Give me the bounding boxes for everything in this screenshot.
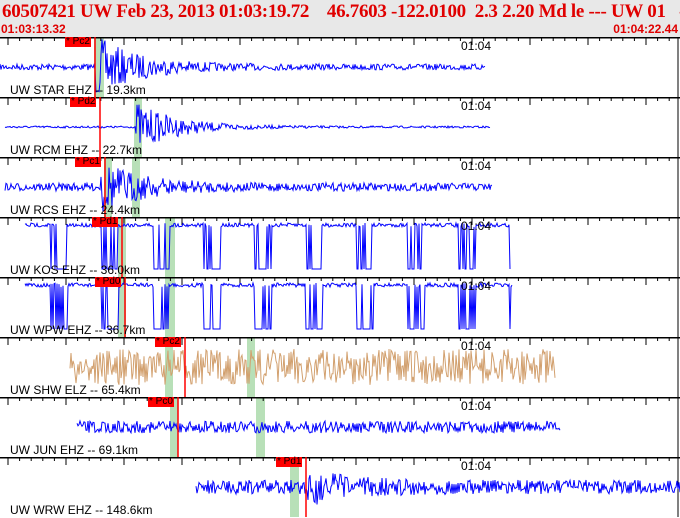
- phase-pick-flag[interactable]: * Pd2: [70, 97, 97, 107]
- time-tick-label: 01:04: [461, 279, 492, 293]
- time-tick-label: 01:04: [461, 159, 492, 173]
- phase-pick-flag[interactable]: * Pc2: [155, 337, 181, 347]
- waveform-trace: [76, 419, 561, 435]
- channel-label: UW KOS EHZ -- 36.0km: [10, 263, 141, 277]
- end-time: 01:04:22.44: [613, 22, 678, 36]
- time-tick-label: 01:04: [461, 339, 492, 353]
- event-title: 60507421 UW Feb 23, 2013 01:03:19.72 46.…: [2, 1, 680, 22]
- phase-pick-flag[interactable]: * Pd0: [95, 277, 122, 287]
- trace-panel[interactable]: * Pd2 01:04 UW RCM EHZ -- 22.7km: [0, 97, 680, 157]
- channel-label: UW RCS EHZ -- 24.4km: [10, 203, 141, 217]
- start-time: 01:03:13.32: [1, 22, 66, 36]
- waveform-trace: [4, 104, 491, 143]
- trace-panel[interactable]: * Pd1 01:04 UW KOS EHZ -- 36.0km: [0, 217, 680, 277]
- time-window: [247, 337, 255, 397]
- channel-label: UW SHW ELZ -- 65.4km: [10, 383, 141, 397]
- phase-pick-flag[interactable]: * Pd1: [276, 457, 303, 467]
- trace-panel[interactable]: * Pd0 01:04 UW WPW EHZ -- 36.7km: [0, 277, 680, 337]
- channel-label: UW STAR EHZ -- 19.3km: [10, 83, 146, 97]
- seismogram-panels[interactable]: * Pc2 01:04 UW STAR EHZ -- 19.3km * Pd2 01:0…: [0, 37, 680, 518]
- phase-pick-flag[interactable]: * Pc1: [75, 157, 101, 167]
- phase-pick-flag[interactable]: * Pc2: [65, 37, 91, 47]
- waveform-trace: [195, 473, 680, 505]
- channel-label: UW RCM EHZ -- 22.7km: [10, 143, 142, 157]
- time-tick-label: 01:04: [461, 39, 492, 53]
- time-tick-label: 01:04: [461, 399, 492, 413]
- waveform-trace: [69, 348, 556, 386]
- channel-label: UW WPW EHZ -- 36.7km: [10, 323, 146, 337]
- phase-pick-flag[interactable]: * Pc0: [148, 397, 174, 407]
- trace-panel[interactable]: * Pc1 01:04 UW RCS EHZ -- 24.4km: [0, 157, 680, 217]
- time-tick-label: 01:04: [461, 219, 492, 233]
- channel-label: UW WRW EHZ -- 148.6km: [10, 503, 153, 517]
- trace-panel[interactable]: * Pc0 01:04 UW JUN EHZ -- 69.1km: [0, 397, 680, 457]
- trace-panel[interactable]: * Pc2 01:04 UW SHW ELZ -- 65.4km: [0, 337, 680, 397]
- time-tick-label: 01:04: [461, 99, 492, 113]
- channel-label: UW JUN EHZ -- 69.1km: [10, 443, 139, 457]
- time-tick-label: 01:04: [461, 459, 492, 473]
- trace-panel[interactable]: * Pd1 01:04 UW WRW EHZ -- 148.6km: [0, 457, 680, 517]
- header: 60507421 UW Feb 23, 2013 01:03:19.72 46.…: [0, 0, 680, 37]
- phase-pick-flag[interactable]: * Pd1: [92, 217, 119, 227]
- trace-panel[interactable]: * Pc2 01:04 UW STAR EHZ -- 19.3km: [0, 37, 680, 97]
